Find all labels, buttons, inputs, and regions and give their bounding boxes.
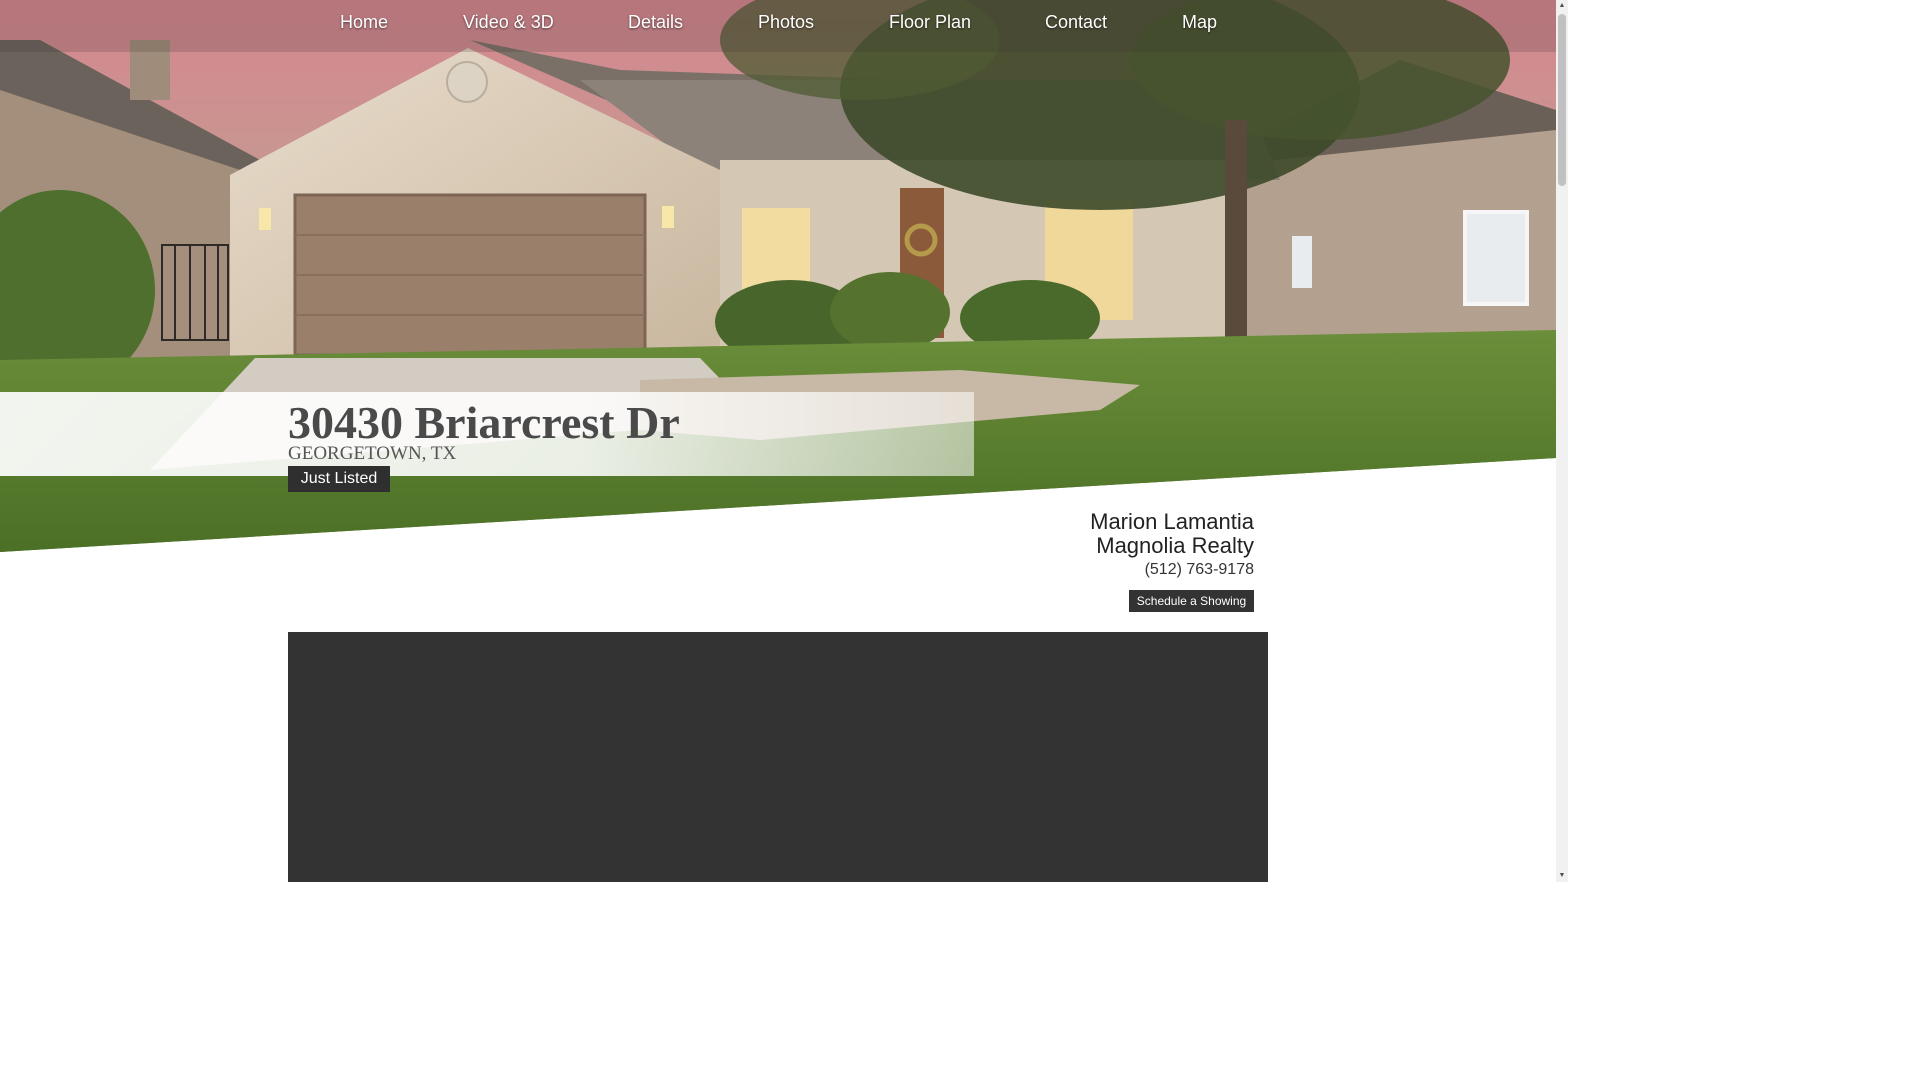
nav-video-3d[interactable]: Video & 3D (463, 12, 554, 33)
listing-address: 30430 Briarcrest Dr (288, 397, 680, 448)
listing-city: GEORGETOWN, TX (288, 443, 457, 464)
scroll-down-icon[interactable]: ▼ (1556, 870, 1568, 882)
status-badge: Just Listed (288, 466, 390, 492)
scrollbar[interactable]: ▲ ▼ (1556, 0, 1568, 882)
schedule-showing-button[interactable]: Schedule a Showing (1129, 590, 1254, 612)
scroll-thumb[interactable] (1558, 14, 1566, 186)
house-illustration (0, 0, 1556, 552)
top-nav: Home Video & 3D Details Photos Floor Pla… (0, 0, 1556, 52)
nav-floor-plan[interactable]: Floor Plan (889, 12, 971, 33)
agent-phone[interactable]: (512) 763-9178 (1145, 561, 1254, 579)
nav-photos[interactable]: Photos (758, 12, 814, 33)
nav-details[interactable]: Details (628, 12, 683, 33)
nav-map[interactable]: Map (1182, 12, 1217, 33)
nav-home[interactable]: Home (340, 12, 388, 33)
nav-contact[interactable]: Contact (1045, 12, 1107, 33)
agent-name: Marion Lamantia (1090, 509, 1254, 534)
agent-company: Magnolia Realty (1096, 533, 1254, 558)
hero-photo (0, 0, 1556, 552)
video-panel[interactable] (288, 632, 1268, 882)
scroll-up-icon[interactable]: ▲ (1556, 0, 1568, 12)
